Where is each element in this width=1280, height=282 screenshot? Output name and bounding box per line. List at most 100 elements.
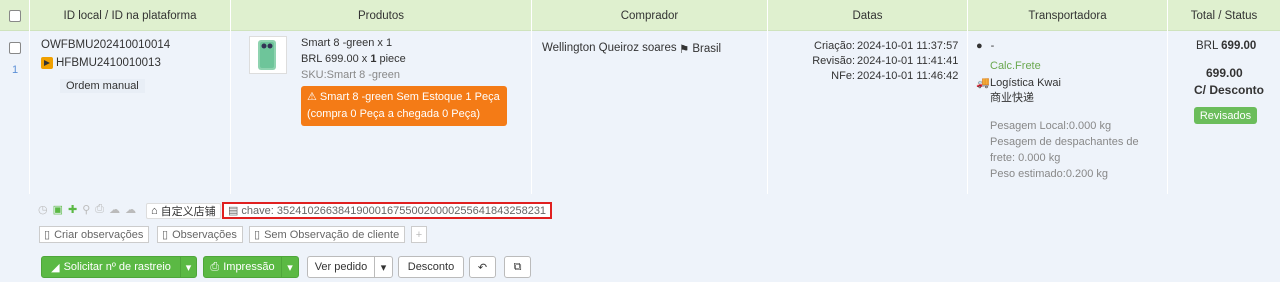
buyer-name: Wellington Queiroz soares xyxy=(542,42,677,54)
home-icon: ⌂ xyxy=(151,205,158,217)
paper-plane-icon: ◢ xyxy=(51,261,60,274)
platform-id[interactable]: HFBMU2410010013 xyxy=(56,57,161,69)
bookmark-icon: ▯ xyxy=(44,229,51,241)
copy-icon: ⧉ xyxy=(513,260,522,273)
row-checkbox[interactable] xyxy=(9,42,21,54)
view-order-label: Ver pedido xyxy=(314,261,368,273)
row-select-cell: 1 xyxy=(0,31,30,194)
undo-icon: ↶ xyxy=(477,261,488,274)
nfe-date: 2024-10-01 11:46:42 xyxy=(857,70,959,82)
store-tag-text: 自定义店铺 xyxy=(160,206,216,218)
discount-button[interactable]: Desconto xyxy=(398,256,464,278)
view-order-dropdown-button[interactable]: ▾ xyxy=(374,256,393,278)
create-observations-label: Criar observações xyxy=(54,228,144,241)
nfe-label: NFe: xyxy=(831,70,855,82)
order-row: 1 OWFBMU202410010014 HFBMU2410010013 Ord… xyxy=(0,31,1280,194)
plus-icon: + xyxy=(415,228,423,241)
product-name: Smart 8 -green x 1 xyxy=(301,37,393,49)
discount-value: 699.00 xyxy=(1206,66,1243,80)
carrier-user-line: ● - xyxy=(976,40,994,52)
platform-logo-icon xyxy=(41,57,53,69)
row-index: 1 xyxy=(12,64,19,76)
carrier-user: - xyxy=(990,40,995,52)
weight-dispatch: Pesagem de despachantes de frete: 0.000 … xyxy=(990,136,1139,164)
user-icon: ● xyxy=(976,40,983,52)
revised-date: 2024-10-01 11:41:41 xyxy=(857,55,959,67)
header-dates: Datas xyxy=(768,0,968,31)
platform-id-line: HFBMU2410010013 xyxy=(41,57,161,69)
print-dropdown-button[interactable]: ▾ xyxy=(281,256,299,278)
copy-button[interactable]: ⧉ xyxy=(504,256,531,278)
location-icon[interactable]: ⚲ xyxy=(82,203,90,216)
calc-freight-link[interactable]: Calc.Frete xyxy=(990,60,1041,72)
store-tag[interactable]: ⌂ 自定义店铺 xyxy=(146,203,221,219)
tracking-dropdown-button[interactable]: ▾ xyxy=(180,256,197,278)
buyer-cell: Wellington Queiroz soares ⚑ Brasil xyxy=(532,31,768,194)
create-observations-button[interactable]: ▯ Criar observações xyxy=(39,226,150,243)
header-carrier: Transportadora xyxy=(968,0,1168,31)
header-id: ID local / ID na plataforma xyxy=(30,0,231,31)
carrier-name: Logística Kwai 商业快递 xyxy=(990,77,1061,104)
print-icon: ⎙ xyxy=(210,260,220,273)
product-image[interactable] xyxy=(249,36,287,74)
cloud-icon[interactable]: ☁ xyxy=(109,203,120,216)
request-tracking-button[interactable]: ◢ Solicitar nº de rastreio xyxy=(41,256,181,278)
warning-icon: ⚠ xyxy=(307,91,320,103)
bookmark-icon: ▯ xyxy=(254,229,261,241)
chave-text: chave: 352410266384190001675500200002556… xyxy=(241,204,547,217)
request-tracking-label: Solicitar nº de rastreio xyxy=(63,261,171,273)
print-button[interactable]: ⎙ Impressão xyxy=(203,256,282,278)
gift-icon[interactable]: ✚ xyxy=(68,203,77,216)
add-observation-button[interactable]: + xyxy=(411,226,427,243)
carrier-weights: Pesagem Local:0.000 kg Pesagem de despac… xyxy=(990,118,1166,182)
product-sku: SKU:Smart 8 -green xyxy=(301,69,401,81)
product-unit: piece xyxy=(376,53,406,65)
view-order-button[interactable]: Ver pedido xyxy=(307,256,375,278)
caret-down-icon: ▾ xyxy=(380,261,387,274)
order-footer: ◷ ▣ ✚ ⚲ ⎙ ☁ ☁ ⌂ 自定义店铺 ▤ chave: 352410266… xyxy=(0,194,1280,282)
status-badge[interactable]: Revisados xyxy=(1194,107,1257,124)
header-buyer: Comprador xyxy=(532,0,768,31)
flag-icon: ⚑ xyxy=(679,44,690,56)
observations-label: Observações xyxy=(172,228,237,241)
discount-label: C/ Desconto xyxy=(1194,83,1265,97)
total-currency: BRL xyxy=(1196,40,1218,52)
table-header: ID local / ID na plataforma Produtos Com… xyxy=(0,0,1280,31)
created-date: 2024-10-01 11:37:57 xyxy=(857,40,959,52)
header-total-status: Total / Status xyxy=(1190,9,1258,22)
total-value: 699.00 xyxy=(1221,40,1257,52)
product-cell: Smart 8 -green x 1 BRL 699.00 x 1 piece … xyxy=(231,31,532,194)
order-icons: ◷ ▣ ✚ ⚲ ⎙ ☁ ☁ xyxy=(38,203,136,216)
product-price: BRL 699.00 x xyxy=(301,53,371,65)
total-line: BRL 699.00 xyxy=(1196,40,1256,52)
header-select-cell xyxy=(0,0,30,31)
caret-down-icon: ▾ xyxy=(185,261,192,274)
select-all-checkbox[interactable] xyxy=(8,9,21,22)
cloud-upload-icon[interactable]: ☁ xyxy=(125,203,136,216)
bookmark-icon: ▯ xyxy=(162,229,169,241)
client-observation-button[interactable]: ▯ Sem Observação de cliente xyxy=(249,226,406,243)
chave-field[interactable]: ▤ chave: 3524102663841900016755002000025… xyxy=(222,202,553,219)
client-observation-label: Sem Observação de cliente xyxy=(264,228,400,241)
header-products: Produtos xyxy=(231,0,532,31)
weight-local: Pesagem Local:0.000 kg xyxy=(990,120,1112,132)
buyer-country-line: ⚑ Brasil xyxy=(679,42,721,56)
money-icon[interactable]: ▣ xyxy=(53,203,63,216)
discount-label-button: Desconto xyxy=(407,261,455,273)
id-cell: OWFBMU202410010014 HFBMU2410010013 Ordem… xyxy=(30,31,231,194)
weight-estimated: Peso estimado:0.200 kg xyxy=(990,168,1109,180)
id-card-icon: ▤ xyxy=(228,205,239,217)
stock-warning-text: Smart 8 -green Sem Estoque 1 Peça (compr… xyxy=(307,91,500,120)
undo-button[interactable]: ↶ xyxy=(469,256,496,278)
manual-order-label: Ordem manual xyxy=(60,79,145,93)
print-icon[interactable]: ⎙ xyxy=(95,203,104,216)
print-label: Impressão xyxy=(223,261,275,273)
observations-button[interactable]: ▯ Observações xyxy=(157,226,243,243)
buyer-country: Brasil xyxy=(692,43,722,55)
local-id[interactable]: OWFBMU202410010014 xyxy=(41,39,170,51)
clock-icon[interactable]: ◷ xyxy=(38,203,48,216)
caret-down-icon: ▾ xyxy=(287,261,293,274)
product-price-line: BRL 699.00 x 1 piece xyxy=(301,53,406,65)
revised-label: Revisão: xyxy=(812,55,855,67)
created-label: Criação: xyxy=(814,40,855,52)
